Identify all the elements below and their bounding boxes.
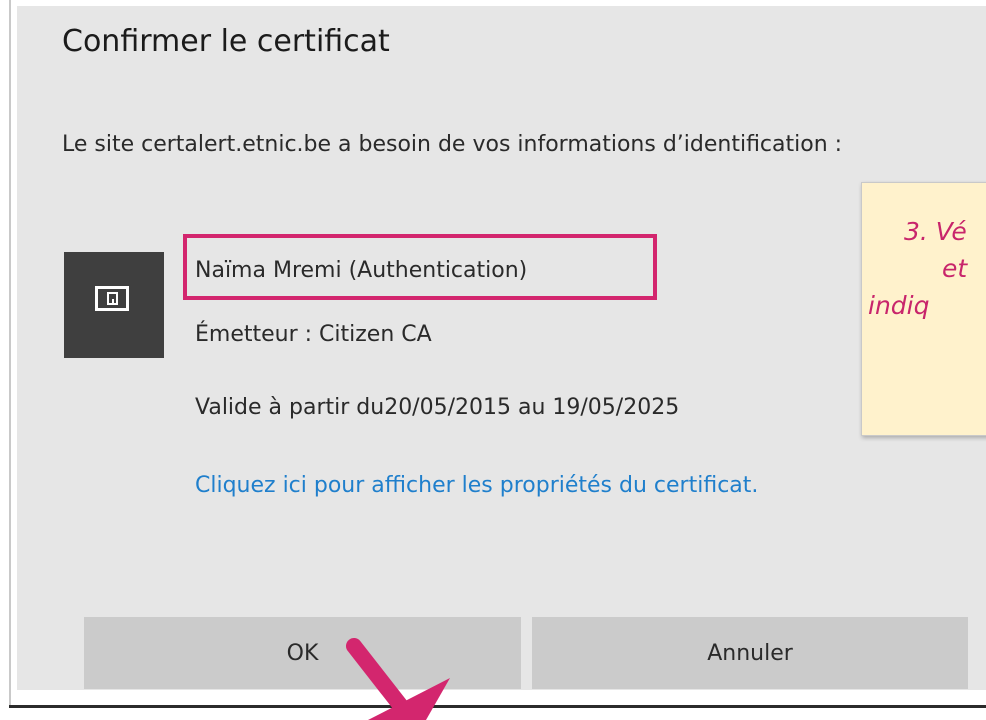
callout-line-1: 3. Vé — [904, 217, 967, 246]
certificate-card-icon — [64, 252, 164, 358]
window-left-border — [9, 0, 11, 706]
certificate-name-highlight — [183, 234, 657, 300]
confirm-certificate-dialog: Confirmer le certificat Le site certaler… — [17, 6, 986, 690]
dialog-bottom-border — [9, 705, 986, 708]
dialog-message: Le site certalert.etnic.be a besoin de v… — [62, 132, 843, 157]
cancel-button[interactable]: Annuler — [532, 617, 968, 689]
dialog-title: Confirmer le certificat — [62, 24, 390, 59]
certificate-validity: Valide à partir du20/05/2015 au 19/05/20… — [195, 395, 680, 420]
callout-line-2: et — [942, 254, 968, 283]
certificate-issuer: Émetteur : Citizen CA — [195, 322, 432, 347]
callout-line-3: indiq — [868, 291, 930, 320]
certificate-properties-link[interactable]: Cliquez ici pour afficher les propriétés… — [195, 468, 815, 504]
callout-text: 3. Vé et indiq — [862, 213, 986, 324]
instruction-callout: 3. Vé et indiq — [861, 182, 986, 436]
pointer-arrow-icon — [346, 638, 450, 720]
